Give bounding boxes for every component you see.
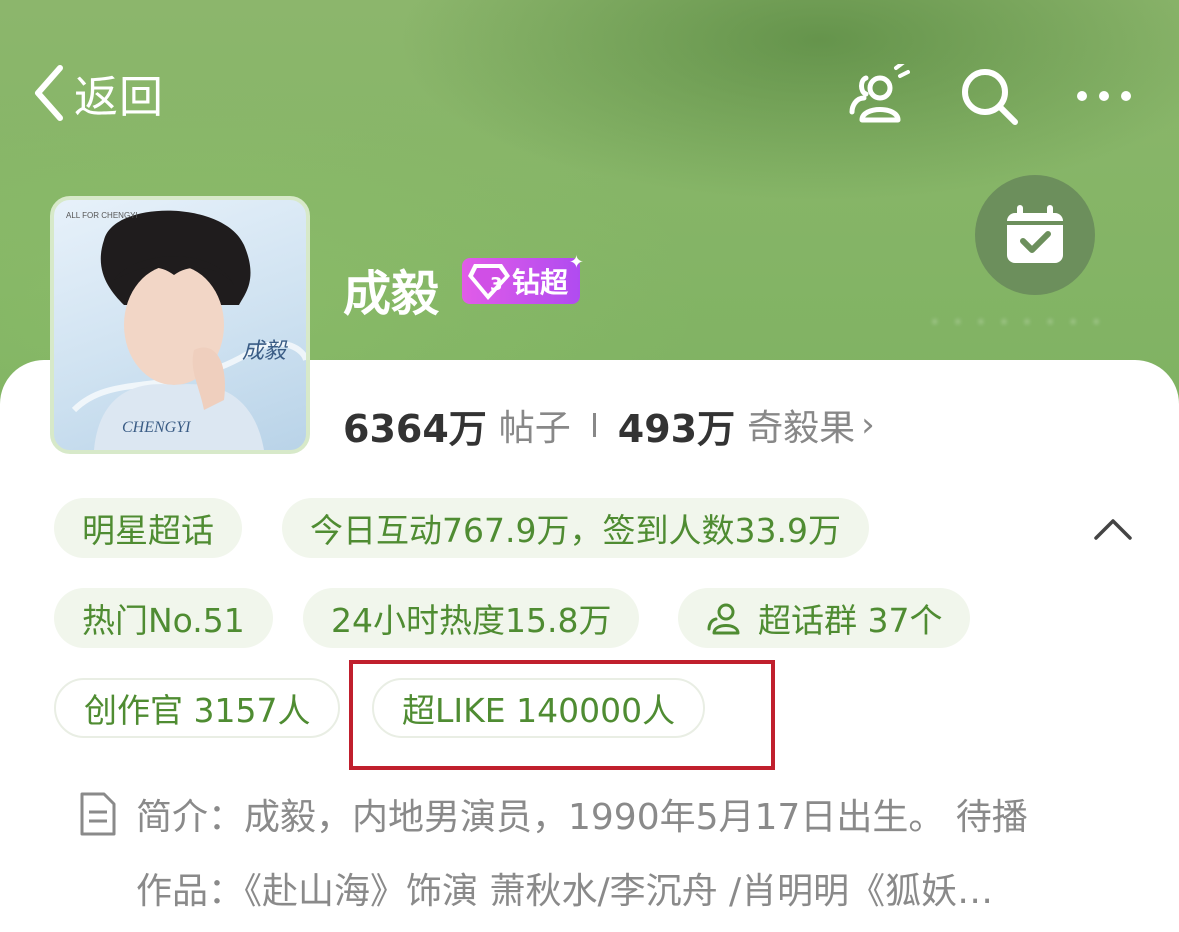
sparkle-icon: ✦ — [568, 252, 585, 273]
top-navigation-bar: 返回 — [0, 0, 1179, 190]
group-icon — [707, 603, 740, 635]
tag-rank[interactable]: 热门No.51 — [54, 588, 273, 648]
calendar-check-icon — [1007, 205, 1063, 263]
tag-heat-label: 24小时热度15.8万 — [331, 601, 612, 640]
tag-category-label: 明星超话 — [82, 511, 214, 550]
more-button[interactable] — [1068, 60, 1140, 132]
chevron-right-icon[interactable]: › — [861, 405, 875, 445]
posts-label: 帖子 — [498, 408, 571, 449]
super-fan-badge[interactable]: 3 钻超 ✦ — [462, 252, 584, 304]
tag-creators[interactable]: 创作官 3157人 — [54, 678, 341, 738]
diamond-icon: 3 — [468, 264, 510, 300]
badge-level: 3 — [490, 274, 503, 295]
search-icon — [962, 69, 1018, 125]
group-chat-icon — [849, 64, 910, 123]
tag-category[interactable]: 明星超话 — [54, 498, 242, 558]
avatar-name-text: 成毅 — [242, 339, 288, 364]
group-chat-button[interactable] — [842, 60, 914, 132]
back-arrow-icon — [35, 65, 63, 121]
avatar-signature: CHENGYI — [122, 419, 191, 436]
avatar-portrait: ALL FOR CHENGYI 成毅 CHENGYI — [66, 210, 306, 450]
tag-groups-label: 超话群 37个 — [758, 601, 943, 640]
chevron-up-icon[interactable] — [1090, 508, 1136, 548]
checkin-button[interactable] — [975, 175, 1095, 295]
avatar-caption: ALL FOR CHENGYI — [66, 211, 138, 220]
fruits-count: 493万 — [617, 406, 736, 451]
topic-stats: 6364万 帖子 493万 奇毅果 › — [343, 399, 875, 451]
tag-heat[interactable]: 24小时热度15.8万 — [303, 588, 640, 648]
back-label: 返回 — [74, 72, 164, 123]
posts-count: 6364万 — [343, 406, 487, 451]
back-button[interactable]: 返回 — [30, 58, 164, 128]
intro-line-2: 作品：《赴山海》饰演 萧秋水/李沉舟 /肖明明《狐妖… — [136, 871, 994, 912]
stats-divider — [592, 413, 596, 437]
faded-watermark-text: · · · · · · · · — [930, 305, 1104, 340]
tag-creators-label: 创作官 3157人 — [84, 691, 311, 730]
red-highlight-box — [349, 660, 775, 770]
topic-avatar[interactable]: ALL FOR CHENGYI 成毅 CHENGYI — [50, 196, 310, 454]
topic-name: 成毅 — [343, 266, 440, 322]
tag-rank-label: 热门No.51 — [82, 601, 245, 640]
tag-activity-label: 今日互动767.9万，签到人数33.9万 — [310, 511, 841, 550]
fruits-label[interactable]: 奇毅果 — [747, 399, 855, 451]
search-button[interactable] — [953, 60, 1025, 132]
document-icon — [80, 792, 116, 836]
more-icon — [1077, 91, 1131, 101]
badge-label: 钻超 — [512, 266, 569, 299]
tag-activity[interactable]: 今日互动767.9万，签到人数33.9万 — [282, 498, 869, 558]
tag-groups[interactable]: 超话群 37个 — [678, 588, 971, 648]
intro-line-1: 简介：成毅，内地男演员，1990年5月17日出生。 待播 — [136, 797, 1028, 838]
